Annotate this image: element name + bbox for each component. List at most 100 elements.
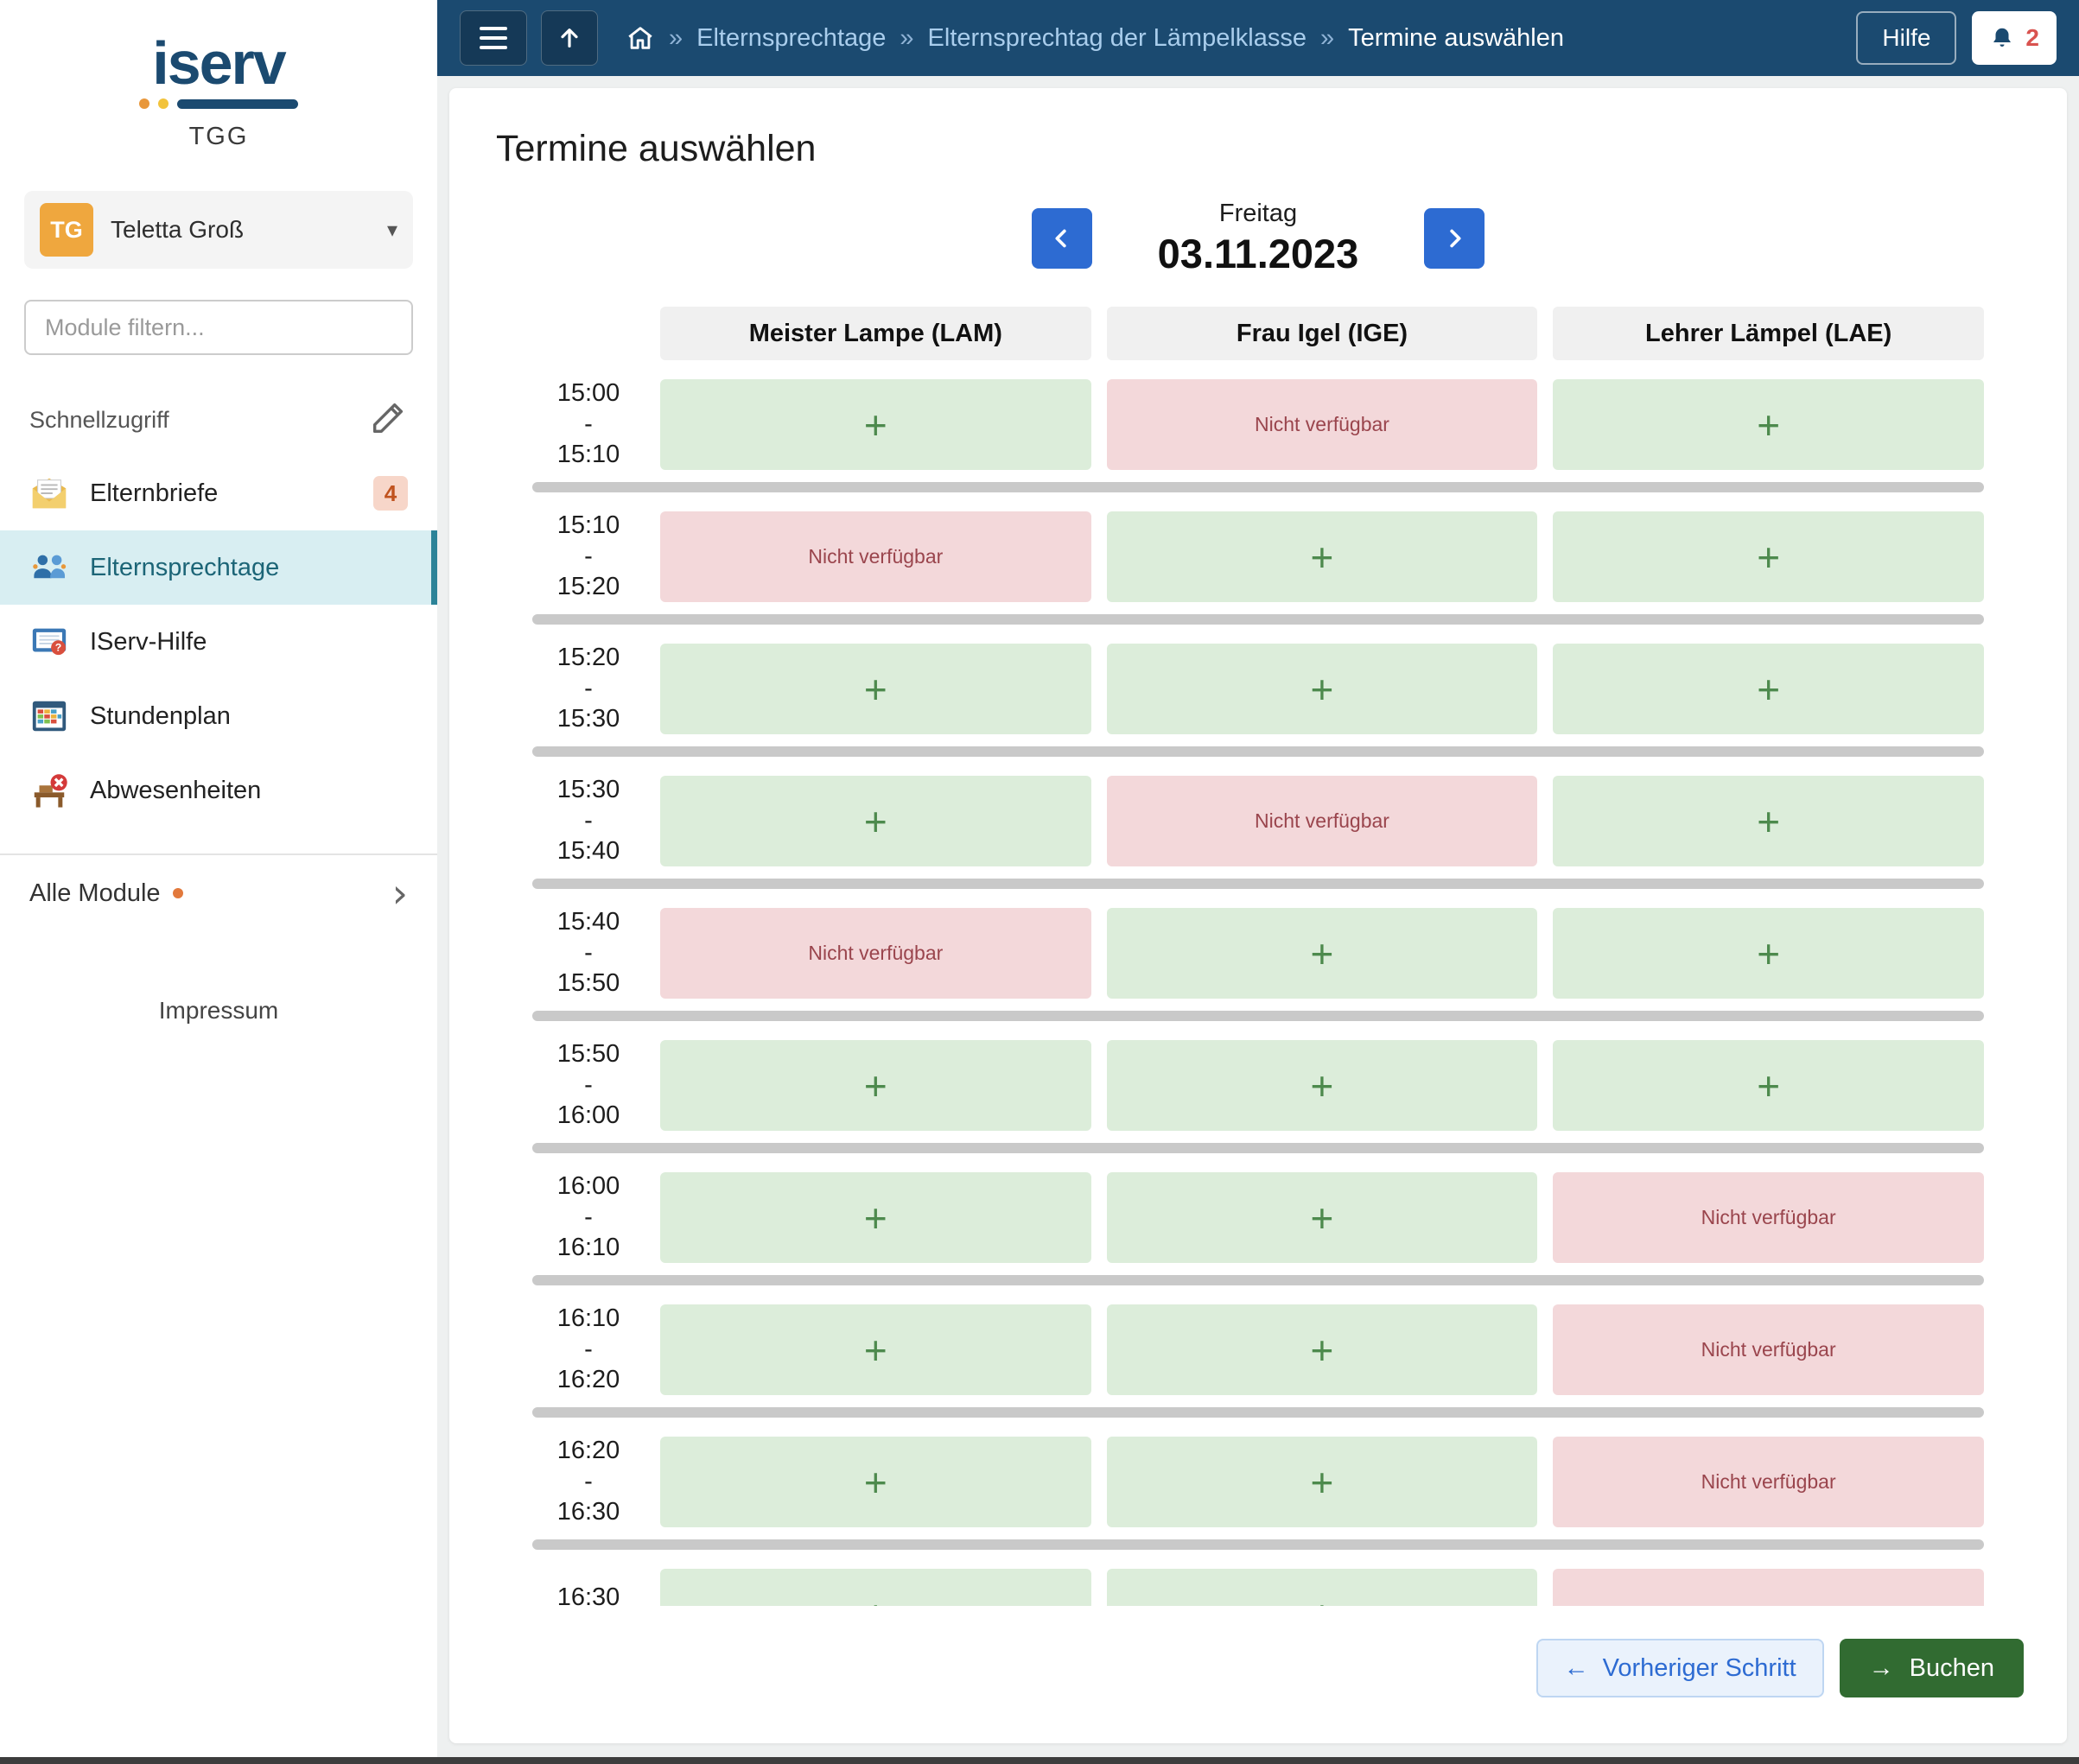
previous-day-button[interactable] xyxy=(1032,208,1092,269)
row-separator xyxy=(532,1011,1984,1021)
chevron-down-icon: ▾ xyxy=(387,218,397,243)
time-range-label: 15:50-16:00 xyxy=(532,1040,645,1131)
slot-available-cell[interactable]: + xyxy=(1553,644,1984,734)
teacher-column-headers: Meister Lampe (LAM) Frau Igel (IGE) Lehr… xyxy=(532,307,1984,360)
slot-available-cell[interactable]: + xyxy=(1107,908,1538,999)
sidebar-item-elternbriefe[interactable]: Elternbriefe 4 xyxy=(0,456,437,530)
appointments-card: Termine auswählen Freitag 03.11.2023 xyxy=(449,88,2067,1743)
quick-access-header: Schnellzugriff xyxy=(29,398,408,442)
slot-available-cell[interactable]: + xyxy=(1107,644,1538,734)
time-range-label: 16:00-16:10 xyxy=(532,1172,645,1263)
slot-available-cell[interactable]: + xyxy=(1107,1569,1538,1606)
slot-available-cell[interactable]: + xyxy=(660,379,1091,470)
teacher-column-header: Lehrer Lämpel (LAE) xyxy=(1553,307,1984,360)
row-separator xyxy=(532,1275,1984,1285)
row-separator xyxy=(532,1539,1984,1550)
slot-row: 16:10-16:20++Nicht verfügbar xyxy=(532,1304,1984,1395)
sidebar-item-label: IServ-Hilfe xyxy=(90,628,207,657)
people-icon xyxy=(29,548,69,587)
home-icon[interactable] xyxy=(626,23,655,53)
all-modules-link[interactable]: Alle Module › xyxy=(0,855,437,931)
iserv-logo-swoosh xyxy=(0,98,437,109)
sidebar-item-iserv-hilfe[interactable]: ? IServ-Hilfe xyxy=(0,605,437,679)
slot-available-cell[interactable]: + xyxy=(1553,511,1984,602)
slot-available-cell[interactable]: + xyxy=(1107,1172,1538,1263)
slot-available-cell[interactable]: + xyxy=(660,1437,1091,1527)
breadcrumb-separator: » xyxy=(900,24,913,53)
teacher-column-header: Frau Igel (IGE) xyxy=(1107,307,1538,360)
chevron-right-icon xyxy=(1440,224,1469,253)
slot-available-cell[interactable]: + xyxy=(1553,1040,1984,1131)
help-button[interactable]: Hilfe xyxy=(1856,11,1956,65)
slot-unavailable-cell: Nicht verfügbar xyxy=(1553,1437,1984,1527)
slot-available-cell[interactable]: + xyxy=(660,644,1091,734)
quick-access-label: Schnellzugriff xyxy=(29,407,169,434)
time-range-label: 15:10-15:20 xyxy=(532,511,645,602)
slot-row: 15:40-15:50Nicht verfügbar++ xyxy=(532,908,1984,999)
sidebar-item-label: Elternsprechtage xyxy=(90,554,279,582)
slot-available-cell[interactable]: + xyxy=(660,1040,1091,1131)
bottom-strip xyxy=(0,1757,2079,1764)
impressum-link[interactable]: Impressum xyxy=(0,997,437,1025)
bell-icon xyxy=(1989,25,2015,51)
slot-unavailable-cell: Nicht verfügbar xyxy=(660,908,1091,999)
top-navigation-bar: » Elternsprechtage » Elternsprechtag der… xyxy=(437,0,2079,76)
sidebar-item-abwesenheiten[interactable]: Abwesenheiten xyxy=(0,753,437,828)
sidebar: iserv TGG TG Teletta Groß ▾ Schnellzugri… xyxy=(0,0,437,1757)
help-icon: ? xyxy=(29,622,69,662)
time-range-label: 16:10-16:20 xyxy=(532,1304,645,1395)
breadcrumb: » Elternsprechtage » Elternsprechtag der… xyxy=(626,23,1564,53)
slot-available-cell[interactable]: + xyxy=(1553,776,1984,866)
time-range-label: 15:00-15:10 xyxy=(532,379,645,470)
book-label: Buchen xyxy=(1910,1654,1994,1683)
notification-dot xyxy=(173,888,183,898)
next-day-button[interactable] xyxy=(1424,208,1485,269)
all-modules-label: Alle Module xyxy=(29,879,161,908)
action-buttons: ← Vorheriger Schritt → Buchen xyxy=(493,1639,2024,1697)
slot-available-cell[interactable]: + xyxy=(1107,1437,1538,1527)
row-separator xyxy=(532,746,1984,757)
row-separator xyxy=(532,1143,1984,1153)
slot-row: 15:30-15:40+Nicht verfügbar+ xyxy=(532,776,1984,866)
unread-count-badge: 4 xyxy=(373,476,408,511)
slot-available-cell[interactable]: + xyxy=(1107,1304,1538,1395)
slot-available-cell[interactable]: + xyxy=(1107,511,1538,602)
slot-table-body: 15:00-15:10+Nicht verfügbar+15:10-15:20N… xyxy=(532,379,1984,1606)
previous-step-button[interactable]: ← Vorheriger Schritt xyxy=(1536,1639,1824,1697)
iserv-logo[interactable]: iserv xyxy=(0,0,437,109)
module-filter-input[interactable] xyxy=(24,300,413,355)
row-separator xyxy=(532,482,1984,492)
sidebar-item-label: Stundenplan xyxy=(90,702,231,731)
slot-available-cell[interactable]: + xyxy=(660,1569,1091,1606)
sidebar-menu: Elternbriefe 4 Elternsprechtage ? IS xyxy=(0,456,437,828)
chevron-left-icon xyxy=(1047,224,1077,253)
breadcrumb-elternsprechtage[interactable]: Elternsprechtage xyxy=(696,24,886,53)
current-date: Freitag 03.11.2023 xyxy=(1158,200,1359,277)
slot-unavailable-cell: Nicht verfügbar xyxy=(1553,1172,1984,1263)
time-range-label: 15:30-15:40 xyxy=(532,776,645,866)
school-abbreviation: TGG xyxy=(0,123,437,151)
breadcrumb-elternsprechtag-der-laempelklasse[interactable]: Elternsprechtag der Lämpelklasse xyxy=(928,24,1307,53)
notifications-button[interactable]: 2 xyxy=(1972,11,2057,65)
slot-available-cell[interactable]: + xyxy=(1553,908,1984,999)
slot-row: 16:00-16:10++Nicht verfügbar xyxy=(532,1172,1984,1263)
edit-icon[interactable] xyxy=(368,398,408,442)
slot-available-cell[interactable]: + xyxy=(660,1172,1091,1263)
menu-toggle-button[interactable] xyxy=(460,10,527,66)
scroll-top-button[interactable] xyxy=(541,10,598,66)
arrow-right-icon: → xyxy=(1869,1654,1894,1683)
slot-available-cell[interactable]: + xyxy=(1107,1040,1538,1131)
time-range-label: 15:40-15:50 xyxy=(532,908,645,999)
slot-available-cell[interactable]: + xyxy=(1553,379,1984,470)
weekday-label: Freitag xyxy=(1158,200,1359,228)
absence-icon xyxy=(29,771,69,810)
time-range-label: 16:30- xyxy=(532,1569,645,1606)
slot-available-cell[interactable]: + xyxy=(660,776,1091,866)
date-navigation: Freitag 03.11.2023 xyxy=(532,200,1984,277)
user-menu[interactable]: TG Teletta Groß ▾ xyxy=(24,191,413,269)
slot-available-cell[interactable]: + xyxy=(660,1304,1091,1395)
sidebar-item-stundenplan[interactable]: Stundenplan xyxy=(0,679,437,753)
slot-row: 15:10-15:20Nicht verfügbar++ xyxy=(532,511,1984,602)
book-button[interactable]: → Buchen xyxy=(1840,1639,2024,1697)
sidebar-item-elternsprechtage[interactable]: Elternsprechtage xyxy=(0,530,437,605)
